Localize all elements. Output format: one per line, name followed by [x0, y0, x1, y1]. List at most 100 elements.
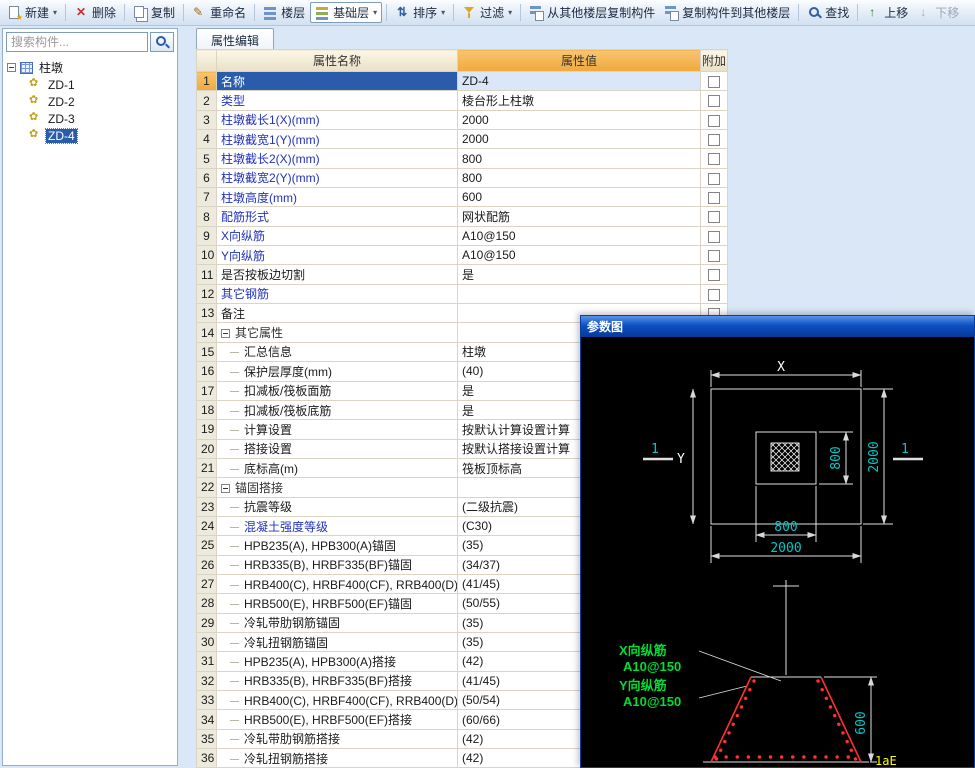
property-name-cell[interactable]: 柱墩截长2(X)(mm) [217, 149, 458, 168]
property-name-cell[interactable]: Y向纵筋 [217, 246, 458, 265]
row-number[interactable]: 9 [197, 226, 217, 245]
property-name-cell[interactable]: 冷轧扭钢筋搭接 [217, 749, 458, 768]
property-name-cell[interactable]: 柱墩截宽2(Y)(mm) [217, 168, 458, 187]
find-button[interactable]: 查找 [803, 2, 853, 23]
rename-button[interactable]: 重命名 [188, 2, 250, 23]
property-name-cell[interactable]: 冷轧扭钢筋锚固 [217, 632, 458, 651]
property-value-cell[interactable]: A10@150 [458, 246, 701, 265]
row-number[interactable]: 28 [197, 594, 217, 613]
attach-checkbox[interactable] [708, 153, 720, 165]
row-number[interactable]: 6 [197, 168, 217, 187]
new-button[interactable]: 新建▾ [3, 2, 61, 23]
collapse-icon[interactable] [221, 484, 230, 493]
row-number[interactable]: 3 [197, 110, 217, 129]
row-number[interactable]: 7 [197, 188, 217, 207]
copy-button[interactable]: 复制 [129, 2, 179, 23]
search-input[interactable] [6, 32, 148, 52]
row-number[interactable]: 13 [197, 304, 217, 323]
property-name-cell[interactable]: 冷轧带肋钢筋锚固 [217, 613, 458, 632]
attach-checkbox[interactable] [708, 95, 720, 107]
row-number[interactable]: 34 [197, 710, 217, 729]
row-number[interactable]: 1 [197, 72, 217, 91]
property-name-cell[interactable]: HRB335(B), HRBF335(BF)搭接 [217, 671, 458, 690]
row-number[interactable]: 22 [197, 478, 217, 497]
property-name-cell[interactable]: 柱墩截长1(X)(mm) [217, 110, 458, 129]
property-name-cell[interactable]: 混凝土强度等级 [217, 516, 458, 535]
sort-button[interactable]: 排序▾ [391, 2, 449, 23]
property-name-cell[interactable]: HRB500(E), HRBF500(EF)搭接 [217, 710, 458, 729]
property-name-cell[interactable]: 保护层厚度(mm) [217, 362, 458, 381]
move-up-button[interactable]: 上移 [862, 2, 912, 23]
row-number[interactable]: 10 [197, 246, 217, 265]
row-number[interactable]: 21 [197, 458, 217, 477]
property-value-cell[interactable]: 是 [458, 265, 701, 284]
tree-item-zd-4[interactable]: ZD-4 [5, 127, 175, 144]
property-name-cell[interactable]: 名称 [217, 72, 458, 91]
property-name-cell[interactable]: 其它属性 [217, 323, 458, 342]
row-number[interactable]: 23 [197, 497, 217, 516]
property-name-cell[interactable]: 计算设置 [217, 420, 458, 439]
row-number[interactable]: 5 [197, 149, 217, 168]
property-value-cell[interactable]: ZD-4 [458, 72, 701, 91]
property-value-cell[interactable]: A10@150 [458, 226, 701, 245]
property-name-cell[interactable]: 抗震等级 [217, 497, 458, 516]
property-name-cell[interactable]: 底标高(m) [217, 458, 458, 477]
row-number[interactable]: 14 [197, 323, 217, 342]
copy-from-floor-button[interactable]: 从其他楼层复制构件 [525, 2, 659, 23]
property-name-cell[interactable]: 其它钢筋 [217, 284, 458, 303]
row-number[interactable]: 8 [197, 207, 217, 226]
delete-button[interactable]: 删除 [70, 2, 120, 23]
property-name-cell[interactable]: 备注 [217, 304, 458, 323]
attach-checkbox[interactable] [708, 134, 720, 146]
row-number[interactable]: 17 [197, 381, 217, 400]
tree-item-zd-3[interactable]: ZD-3 [5, 110, 175, 127]
filter-button[interactable]: 过滤▾ [458, 2, 516, 23]
property-name-cell[interactable]: 柱墩高度(mm) [217, 188, 458, 207]
property-name-cell[interactable]: HPB235(A), HPB300(A)搭接 [217, 652, 458, 671]
collapse-icon[interactable] [7, 63, 16, 72]
row-number[interactable]: 25 [197, 536, 217, 555]
property-name-cell[interactable]: 柱墩截宽1(Y)(mm) [217, 130, 458, 149]
attach-checkbox[interactable] [708, 76, 720, 88]
property-name-cell[interactable]: HPB235(A), HPB300(A)锚固 [217, 536, 458, 555]
row-number[interactable]: 4 [197, 130, 217, 149]
attach-checkbox[interactable] [708, 173, 720, 185]
attach-checkbox[interactable] [708, 289, 720, 301]
property-name-cell[interactable]: HRB400(C), HRBF400(CF), RRB400(D)锚 [217, 574, 458, 593]
attach-checkbox[interactable] [708, 250, 720, 262]
param-window-titlebar[interactable]: 参数图 [581, 316, 974, 337]
property-value-cell[interactable]: 800 [458, 168, 701, 187]
attach-checkbox[interactable] [708, 192, 720, 204]
tab-property-edit[interactable]: 属性编辑 [196, 28, 274, 51]
property-value-cell[interactable]: 800 [458, 149, 701, 168]
attach-checkbox[interactable] [708, 231, 720, 243]
property-name-cell[interactable]: 冷轧带肋钢筋搭接 [217, 729, 458, 748]
tree-root-group[interactable]: 柱墩 [5, 59, 175, 76]
copy-to-floor-button[interactable]: 复制构件到其他楼层 [660, 2, 794, 23]
property-name-cell[interactable]: 扣减板/筏板面筋 [217, 381, 458, 400]
property-value-cell[interactable]: 2000 [458, 110, 701, 129]
row-number[interactable]: 32 [197, 671, 217, 690]
row-number[interactable]: 26 [197, 555, 217, 574]
row-number[interactable]: 16 [197, 362, 217, 381]
row-number[interactable]: 36 [197, 749, 217, 768]
row-number[interactable]: 18 [197, 400, 217, 419]
property-name-cell[interactable]: 汇总信息 [217, 342, 458, 361]
property-name-cell[interactable]: X向纵筋 [217, 226, 458, 245]
property-name-cell[interactable]: 类型 [217, 91, 458, 110]
property-name-cell[interactable]: 扣减板/筏板底筋 [217, 400, 458, 419]
floor-button[interactable]: 楼层 [259, 2, 309, 23]
row-number[interactable]: 2 [197, 91, 217, 110]
row-number[interactable]: 19 [197, 420, 217, 439]
row-number[interactable]: 29 [197, 613, 217, 632]
row-number[interactable]: 12 [197, 284, 217, 303]
row-number[interactable]: 24 [197, 516, 217, 535]
property-value-cell[interactable]: 600 [458, 188, 701, 207]
property-name-cell[interactable]: 配筋形式 [217, 207, 458, 226]
row-number[interactable]: 30 [197, 632, 217, 651]
floor-select[interactable]: 基础层▾ [310, 2, 382, 23]
tree-item-zd-1[interactable]: ZD-1 [5, 76, 175, 93]
search-button[interactable] [150, 32, 174, 52]
property-name-cell[interactable]: 是否按板边切割 [217, 265, 458, 284]
property-name-cell[interactable]: 搭接设置 [217, 439, 458, 458]
